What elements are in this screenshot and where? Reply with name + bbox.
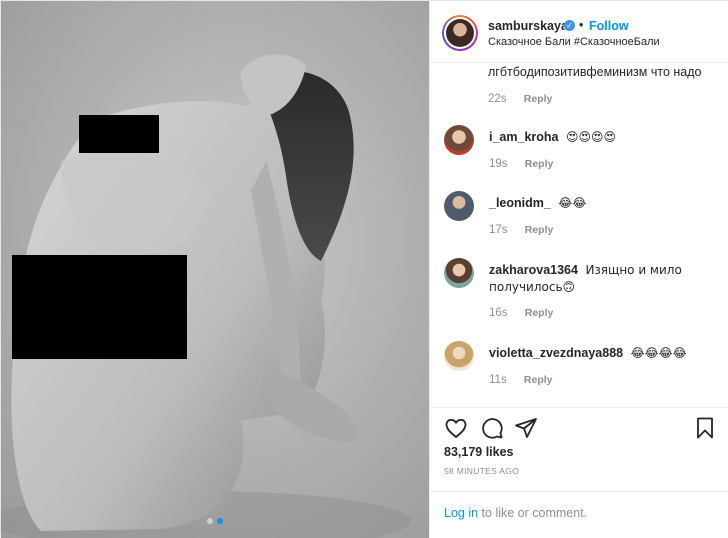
commenter-username[interactable]: _leonidm_ [489, 196, 551, 210]
instagram-post: samburskaya ✓ • Follow Сказочное Бали #С… [0, 0, 728, 538]
bookmark-icon[interactable] [694, 416, 716, 440]
comment-age: 16s [489, 307, 508, 319]
comment-text: 😂😂😂😂 [630, 346, 687, 360]
comment-age: 19s [489, 158, 508, 170]
post-sidebar: samburskaya ✓ • Follow Сказочное Бали #С… [429, 1, 728, 538]
comment-prompt: Log in to like or comment. [430, 491, 728, 538]
author-username[interactable]: samburskaya [488, 19, 568, 33]
commenter-username[interactable]: i_am_kroha [489, 130, 558, 144]
reply-button[interactable]: Reply [524, 93, 553, 105]
login-prompt-text: to like or comment. [481, 506, 588, 520]
commenter-avatar[interactable] [444, 125, 474, 155]
comment-meta: 19s Reply [489, 158, 553, 170]
carousel-indicator [207, 518, 223, 524]
reply-button[interactable]: Reply [525, 307, 554, 319]
comment-continued-text: лгбтбодипозитивфеминизм что надо [488, 65, 702, 79]
reply-button[interactable]: Reply [525, 224, 554, 236]
comment-meta: 22s Reply [488, 93, 552, 105]
post-photo[interactable] [1, 1, 429, 538]
post-timestamp[interactable]: 58 MINUTES AGO [444, 466, 519, 476]
commenter-avatar[interactable] [444, 191, 474, 221]
comment-age: 11s [489, 374, 507, 386]
post-header: samburskaya ✓ • Follow Сказочное Бали #С… [430, 1, 728, 63]
reply-button[interactable]: Reply [524, 374, 553, 386]
commenter-username[interactable]: violetta_zvezdnaya888 [489, 346, 623, 360]
reply-button[interactable]: Reply [525, 158, 554, 170]
comment-age: 22s [488, 93, 507, 105]
share-icon[interactable] [514, 416, 538, 440]
censor-bar-bottom [12, 255, 187, 359]
author-avatar[interactable] [442, 15, 478, 51]
login-link[interactable]: Log in [444, 506, 478, 520]
verified-badge-icon: ✓ [564, 20, 575, 31]
carousel-dot [207, 518, 213, 524]
header-separator: • [579, 18, 584, 32]
comment-meta: 11s Reply [489, 374, 553, 386]
post-actions: 83,179 likes 58 MINUTES AGO [430, 407, 728, 491]
follow-button[interactable]: Follow [589, 19, 629, 33]
commenter-avatar[interactable] [444, 258, 474, 288]
comment-text: 😍😍😍😍 [565, 130, 617, 144]
comments-list[interactable]: лгбтбодипозитивфеминизм что надо 22s Rep… [430, 63, 728, 407]
carousel-dot-active [217, 518, 223, 524]
post-location[interactable]: Сказочное Бали #СказочноеБали [488, 36, 660, 48]
comment-icon[interactable] [480, 416, 504, 440]
comment-meta: 17s Reply [489, 224, 553, 236]
comment-age: 17s [489, 224, 508, 236]
censor-bar-top [79, 115, 159, 153]
comment-text: 😂😂 [558, 196, 587, 210]
comment-meta: 16s Reply [489, 307, 553, 319]
commenter-username[interactable]: zakharova1364 [489, 263, 578, 277]
heart-icon[interactable] [444, 416, 468, 440]
commenter-avatar[interactable] [444, 341, 474, 371]
likes-count[interactable]: 83,179 likes [444, 445, 514, 459]
